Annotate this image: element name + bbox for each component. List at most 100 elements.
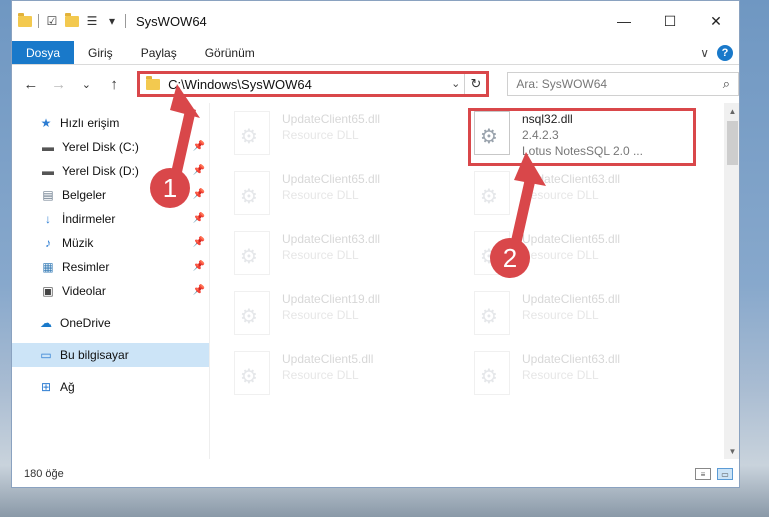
file-description: Resource DLL	[282, 188, 359, 202]
tab-share[interactable]: Paylaş	[127, 41, 191, 64]
dll-file-icon	[234, 231, 270, 275]
tab-home[interactable]: Giriş	[74, 41, 127, 64]
pin-icon[interactable]: 📌	[193, 165, 205, 176]
search-placeholder: Ara: SysWOW64	[516, 77, 608, 91]
sidebar-item-local-disk-c[interactable]: ▬ Yerel Disk (C:) 📌	[12, 135, 209, 159]
view-toggle: ≡ ▭	[695, 468, 733, 480]
step-1-badge: 1	[150, 168, 190, 208]
sidebar-item-music[interactable]: ♪ Müzik 📌	[12, 231, 209, 255]
title-bar: ☑ ☰ ▾ SysWOW64 — ☐ ✕	[12, 1, 739, 41]
sidebar-item-label: Ağ	[60, 380, 75, 394]
cloud-icon: ☁	[40, 316, 52, 330]
scroll-down-icon[interactable]: ▼	[724, 443, 739, 459]
documents-icon: ▤	[42, 188, 54, 202]
sidebar-item-label: OneDrive	[60, 316, 111, 330]
downloads-icon: ↓	[45, 212, 51, 226]
file-name: UpdateClient65.dll	[282, 172, 381, 186]
file-description: Resource DLL	[522, 368, 599, 382]
navigation-pane: ★ Hızlı erişim ▬ Yerel Disk (C:) 📌 ▬ Yer…	[12, 103, 210, 459]
file-item[interactable]: UpdateClient5.dll Resource DLL	[234, 351, 464, 401]
up-button[interactable]: ↑	[103, 73, 125, 95]
sidebar-item-onedrive[interactable]: ☁ OneDrive	[12, 311, 209, 335]
scroll-up-icon[interactable]: ▲	[724, 103, 739, 119]
large-icons-view-icon[interactable]: ▭	[717, 468, 733, 480]
file-description: Resource DLL	[522, 308, 599, 322]
file-item[interactable]: UpdateClient65.dll Resource DLL	[474, 291, 704, 341]
navigation-bar: ← → ⌄ ↑ C:\Windows\SysWOW64 ⌄ ↻ Ara: Sys…	[12, 65, 739, 103]
recent-locations-button[interactable]: ⌄	[76, 73, 98, 95]
sidebar-item-label: Bu bilgisayar	[60, 348, 129, 362]
file-item[interactable]: UpdateClient19.dll Resource DLL	[234, 291, 464, 341]
pin-icon[interactable]: 📌	[193, 189, 205, 200]
file-item[interactable]: UpdateClient65.dll Resource DLL	[234, 171, 464, 221]
file-item[interactable]: UpdateClient63.dll Resource DLL	[474, 351, 704, 401]
forward-button[interactable]: →	[48, 73, 70, 95]
dll-file-icon	[474, 291, 510, 335]
pin-icon[interactable]: 📌	[193, 237, 205, 248]
file-description: Resource DLL	[282, 128, 359, 142]
expand-ribbon-icon[interactable]: ∨	[700, 46, 709, 60]
pin-icon[interactable]: 📌	[193, 141, 205, 152]
address-text: C:\Windows\SysWOW64	[168, 76, 312, 92]
dll-file-icon	[234, 171, 270, 215]
properties-icon[interactable]: ☑	[45, 14, 59, 28]
item-count: 180 öğe	[24, 468, 64, 480]
customize-view-icon[interactable]: ☰	[85, 14, 99, 28]
address-dropdown-icon[interactable]: ⌄	[451, 77, 460, 90]
file-name: UpdateClient65.dll	[522, 232, 621, 246]
file-description: Resource DLL	[522, 188, 599, 202]
file-name: UpdateClient19.dll	[282, 292, 381, 306]
scroll-thumb[interactable]	[727, 121, 738, 165]
sidebar-item-network[interactable]: ⊞ Ağ	[12, 375, 209, 399]
file-list: UpdateClient65.dll Resource DLL UpdateCli…	[210, 103, 739, 459]
sidebar-item-downloads[interactable]: ↓ İndirmeler 📌	[12, 207, 209, 231]
quick-access-toolbar: ☑ ☰ ▾	[18, 12, 119, 28]
file-item[interactable]: UpdateClient63.dll Resource DLL	[234, 231, 464, 281]
details-view-icon[interactable]: ≡	[695, 468, 711, 480]
file-item[interactable]: UpdateClient65.dll Resource DLL	[234, 111, 464, 161]
content-area: ★ Hızlı erişim ▬ Yerel Disk (C:) 📌 ▬ Yer…	[12, 103, 739, 459]
sidebar-item-this-pc[interactable]: ▭ Bu bilgisayar	[12, 343, 209, 367]
sidebar-item-label: Resimler	[62, 260, 110, 274]
sidebar-item-quick-access[interactable]: ★ Hızlı erişim	[12, 111, 209, 135]
sidebar-item-label: Yerel Disk (C:)	[62, 140, 139, 154]
pin-icon[interactable]: 📌	[193, 261, 205, 272]
dll-file-icon	[234, 111, 270, 155]
close-button[interactable]: ✕	[693, 1, 739, 41]
qa-dropdown-icon[interactable]: ▾	[105, 14, 119, 28]
vertical-scrollbar[interactable]: ▲ ▼	[724, 103, 739, 459]
dll-file-icon	[474, 351, 510, 395]
network-icon: ⊞	[40, 380, 52, 394]
file-item[interactable]: UpdateClient63.dll Resource DLL	[474, 171, 704, 221]
search-icon: ⌕	[722, 76, 730, 91]
sidebar-item-videos[interactable]: ▣ Videolar 📌	[12, 279, 209, 303]
sidebar-item-label: Yerel Disk (D:)	[62, 164, 139, 178]
sidebar-item-label: İndirmeler	[62, 212, 116, 226]
help-icon[interactable]: ?	[717, 44, 733, 61]
address-bar[interactable]: C:\Windows\SysWOW64 ⌄ ↻	[137, 71, 490, 97]
back-button[interactable]: ←	[20, 73, 42, 95]
new-folder-icon[interactable]	[65, 12, 79, 27]
dll-file-icon	[234, 291, 270, 335]
sidebar-item-pictures[interactable]: ▦ Resimler 📌	[12, 255, 209, 279]
file-name: UpdateClient65.dll	[282, 112, 381, 126]
sidebar-item-label: Belgeler	[62, 188, 107, 202]
tab-view[interactable]: Görünüm	[191, 41, 269, 64]
search-input[interactable]: Ara: SysWOW64 ⌕	[507, 72, 739, 96]
drive-icon: ▬	[42, 140, 54, 154]
minimize-button[interactable]: —	[601, 1, 647, 41]
explorer-window: ☑ ☰ ▾ SysWOW64 — ☐ ✕ Dosya Giriş Paylaş …	[11, 0, 740, 488]
ribbon-right: ∨ ?	[700, 41, 739, 64]
dll-file-icon	[474, 171, 510, 215]
pin-icon[interactable]: 📌	[193, 213, 205, 224]
refresh-button[interactable]: ↻	[464, 74, 486, 94]
pin-icon[interactable]: 📌	[193, 285, 205, 296]
folder-icon	[18, 12, 32, 27]
computer-icon: ▭	[40, 348, 52, 362]
maximize-button[interactable]: ☐	[647, 1, 693, 41]
file-name: UpdateClient65.dll	[522, 292, 621, 306]
music-icon: ♪	[45, 236, 51, 250]
tab-file[interactable]: Dosya	[12, 41, 75, 64]
sidebar-item-label: Hızlı erişim	[60, 116, 120, 130]
file-name: UpdateClient63.dll	[282, 232, 381, 246]
